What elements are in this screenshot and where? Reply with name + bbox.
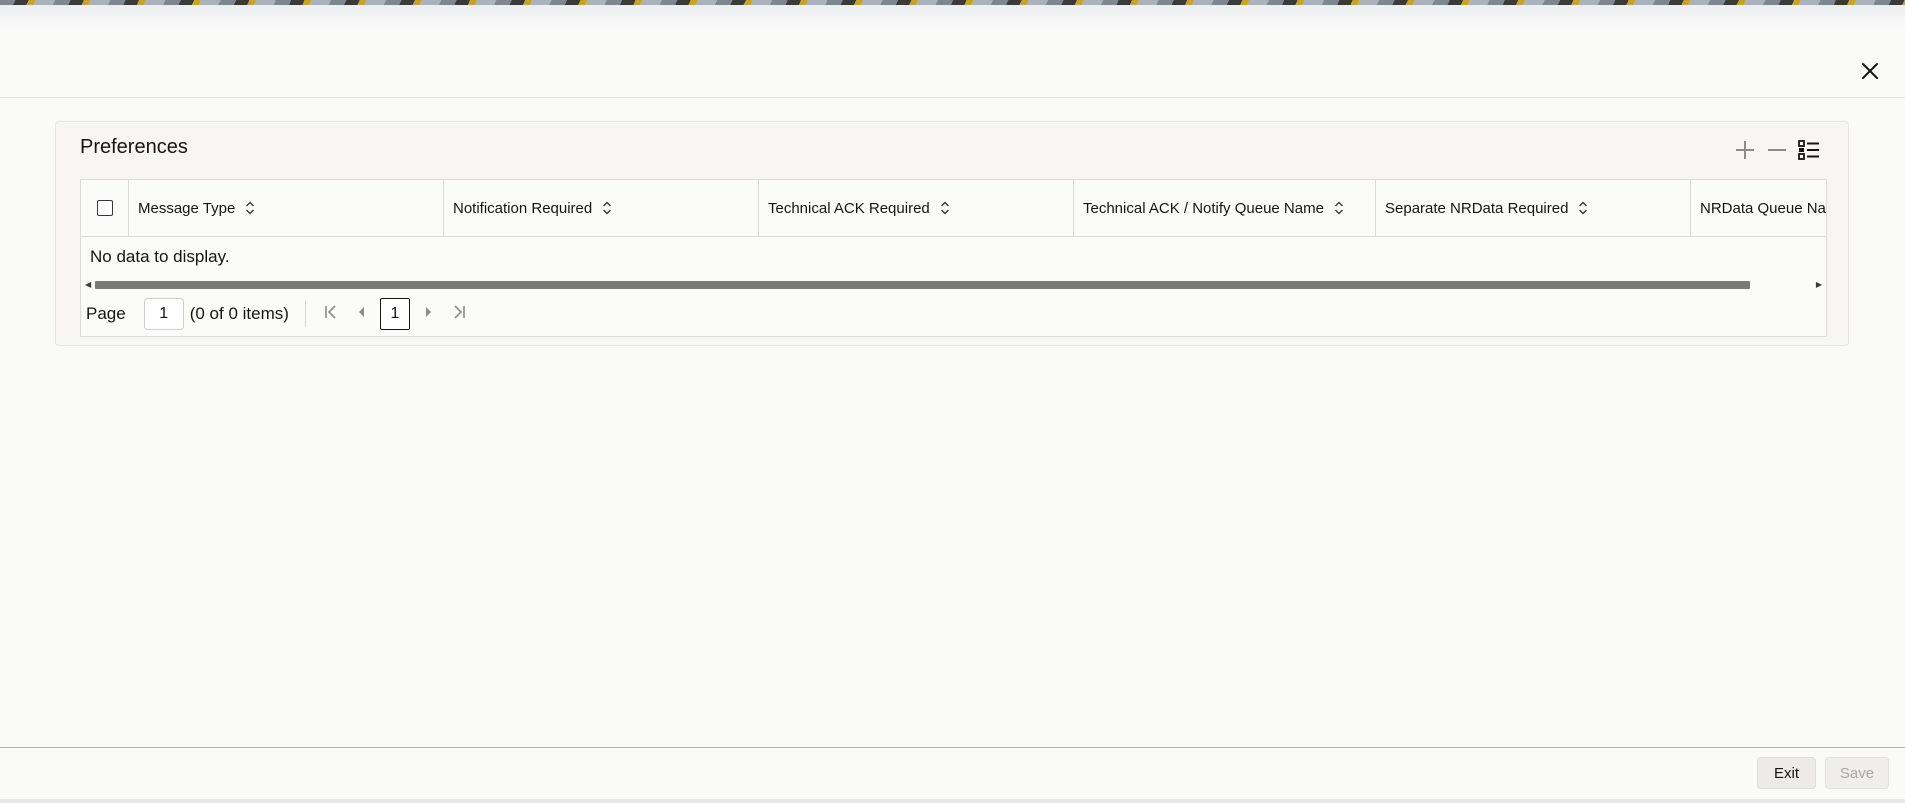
close-icon (1861, 62, 1879, 85)
first-page-icon (323, 304, 339, 325)
previous-page-icon (355, 304, 367, 324)
footer-divider (0, 747, 1905, 748)
close-button[interactable] (1857, 60, 1883, 86)
last-page-button[interactable] (444, 298, 474, 330)
table-header-row: Message Type Notification Required Techn… (81, 180, 1827, 237)
pagination: Page (0 of 0 items) 1 (81, 294, 474, 334)
previous-page-button[interactable] (346, 298, 376, 330)
column-label: Separate NRData Required (1385, 199, 1569, 217)
column-header-nrdata-queue-name[interactable]: NRData Queue Nar (1691, 180, 1827, 236)
column-label: Notification Required (453, 199, 593, 217)
table-toolbar (1732, 139, 1822, 165)
add-row-button[interactable] (1732, 139, 1758, 165)
column-header-separate-nrdata-required[interactable]: Separate NRData Required (1376, 180, 1691, 236)
plus-icon (1734, 139, 1756, 166)
first-page-button[interactable] (316, 298, 346, 330)
header-divider (0, 97, 1905, 98)
scroll-left-icon[interactable]: ◀ (85, 280, 91, 289)
column-label: Message Type (138, 199, 236, 217)
page-number-input[interactable] (143, 298, 184, 330)
column-header-message-type[interactable]: Message Type (129, 180, 444, 236)
column-label: NRData Queue Nar (1700, 199, 1827, 217)
preferences-table: Message Type Notification Required Techn… (80, 179, 1827, 337)
column-label: Technical ACK / Notify Queue Name (1083, 199, 1324, 217)
next-page-button[interactable] (414, 298, 444, 330)
sort-icon[interactable] (1578, 201, 1588, 215)
minus-icon (1766, 139, 1788, 166)
next-page-icon (423, 304, 435, 324)
sort-icon[interactable] (1334, 201, 1344, 215)
scrollbar-thumb[interactable] (95, 281, 1750, 289)
preferences-panel: Preferences Message Type Notification Re… (55, 121, 1849, 346)
last-page-icon (451, 304, 467, 325)
scroll-right-icon[interactable]: ▶ (1816, 280, 1822, 289)
exit-button[interactable]: Exit (1757, 757, 1816, 789)
page-label: Page (86, 304, 126, 323)
columns-button[interactable] (1796, 139, 1822, 165)
select-all-checkbox[interactable] (96, 200, 113, 216)
sort-icon[interactable] (940, 201, 950, 215)
sort-icon[interactable] (245, 201, 255, 215)
list-columns-icon (1797, 138, 1821, 167)
bottom-edge (0, 799, 1905, 803)
horizontal-scrollbar[interactable]: ◀ ▶ (81, 278, 1826, 290)
column-header-notification-required[interactable]: Notification Required (444, 180, 759, 236)
sort-icon[interactable] (602, 201, 612, 215)
column-label: Technical ACK Required (768, 199, 930, 217)
pager-divider (304, 301, 306, 327)
column-header-notify-queue-name[interactable]: Technical ACK / Notify Queue Name (1074, 180, 1376, 236)
banner-fade (0, 5, 1905, 27)
remove-row-button[interactable] (1764, 139, 1790, 165)
panel-title: Preferences (80, 136, 188, 158)
empty-table-message: No data to display. (90, 247, 230, 266)
current-page-number[interactable]: 1 (379, 298, 410, 330)
items-count: (0 of 0 items) (189, 304, 289, 323)
header-select-all-cell (81, 180, 129, 236)
column-header-technical-ack-required[interactable]: Technical ACK Required (759, 180, 1074, 236)
save-button[interactable]: Save (1825, 757, 1889, 789)
